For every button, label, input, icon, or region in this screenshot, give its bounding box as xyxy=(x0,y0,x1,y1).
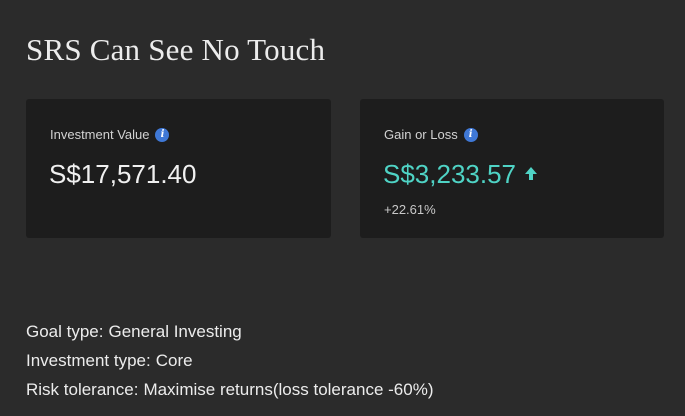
investment-type-label: Investment type: xyxy=(26,351,151,370)
gain-or-loss-card: Gain or Loss i S$3,233.57 +22.61% xyxy=(360,99,664,238)
risk-tolerance-label: Risk tolerance: xyxy=(26,380,139,399)
investment-value-label: Investment Value xyxy=(50,127,150,142)
info-icon[interactable]: i xyxy=(463,127,478,142)
goal-type-value: General Investing xyxy=(108,322,242,341)
investment-type-value: Core xyxy=(155,351,193,370)
investment-type-row: Investment type: Core xyxy=(26,346,433,375)
investment-value-amount: S$17,571.40 xyxy=(49,159,197,189)
page-title: SRS Can See No Touch xyxy=(26,32,326,67)
goal-type-label: Goal type: xyxy=(26,322,104,341)
goal-details: Goal type: General Investing Investment t… xyxy=(26,317,433,404)
risk-tolerance-row: Risk tolerance: Maximise returns(loss tol… xyxy=(26,375,433,404)
investment-value-label-row: Investment Value i xyxy=(50,127,170,142)
gain-or-loss-label: Gain or Loss xyxy=(384,127,458,142)
gain-or-loss-percent: +22.61% xyxy=(384,202,436,217)
goal-type-row: Goal type: General Investing xyxy=(26,317,433,346)
gain-or-loss-amount: S$3,233.57 xyxy=(383,159,517,189)
gain-or-loss-label-row: Gain or Loss i xyxy=(384,127,478,142)
info-icon[interactable]: i xyxy=(155,127,170,142)
investment-value-card: Investment Value i S$17,571.40 xyxy=(26,99,331,238)
gain-or-loss-value-row: S$3,233.57 xyxy=(383,157,538,191)
risk-tolerance-value: Maximise returns(loss tolerance -60%) xyxy=(143,380,434,399)
arrow-up-icon xyxy=(525,167,538,181)
